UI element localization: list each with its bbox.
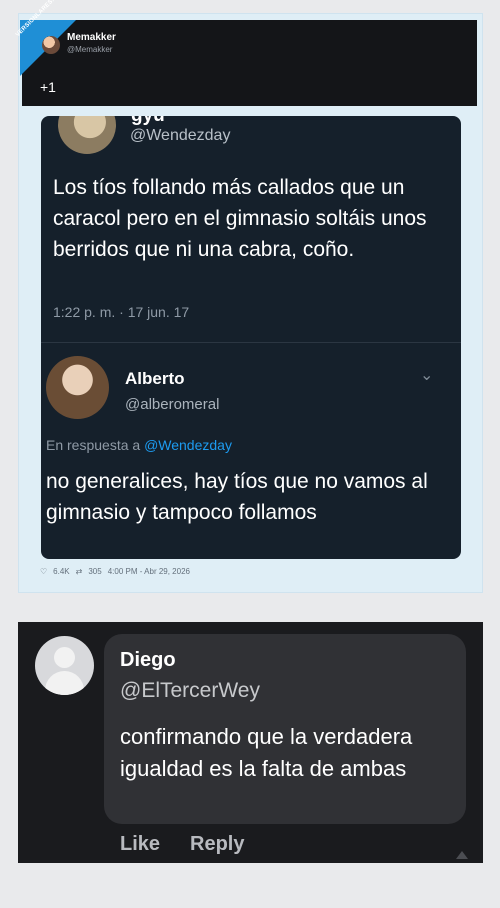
reply-mention-link[interactable]: @Wendezday [144,437,232,453]
comment-text: confirmando que la verdadera igualdad es… [120,724,413,781]
top-tweet-text: Los tíos follando más callados que un ca… [53,176,427,261]
tweet-divider [41,342,461,343]
reply-to-prefix: En respuesta a [46,437,141,453]
top-tweet-name[interactable]: gyu [131,116,165,127]
comment-author-handle[interactable]: @ElTercerWey [120,679,260,703]
header-count: +1 [40,79,56,95]
retweet-icon[interactable]: ⇄ [76,567,83,576]
header-avatar[interactable] [42,36,60,54]
comment-avatar[interactable] [35,636,94,695]
top-tweet-handle[interactable]: @Wendezday [130,127,230,145]
comment-author-name[interactable]: Diego [120,649,176,672]
comment-reply-button[interactable]: Reply [190,833,244,856]
like-count: 6.4K [53,567,70,576]
reply-avatar[interactable] [46,356,109,419]
header-user-name[interactable]: Memakker [67,32,116,43]
tweet-screenshot: gyu @Wendezday Los tíos follando más cal… [41,116,461,559]
retweet-count: 305 [88,567,102,576]
top-tweet-avatar[interactable] [58,116,116,154]
reply-text: no generalices, hay tíos que no vamos al… [46,470,428,524]
comment-bubble: Diego @ElTercerWey confirmando que la ve… [104,634,466,824]
reply-handle[interactable]: @alberomeral [125,396,219,413]
reply-to-line: En respuesta a @Wendezday [46,437,232,453]
tweet-actions: ♡ 6.4K ⇄ 305 4:00 PM - Abr 29, 2026 [40,567,190,576]
reply-name[interactable]: Alberto [125,369,185,389]
comment-like-button[interactable]: Like [120,833,160,856]
chevron-down-icon[interactable]: ⌄ [420,365,433,385]
heart-icon[interactable]: ♡ [40,567,47,576]
top-tweet-time: 1:22 p. m. · 17 jun. 17 [53,304,190,320]
tweet-timestamp: 4:00 PM - Abr 29, 2026 [107,567,190,576]
scroll-indicator[interactable] [456,851,468,859]
header-user-handle[interactable]: @Memakker [67,45,112,54]
